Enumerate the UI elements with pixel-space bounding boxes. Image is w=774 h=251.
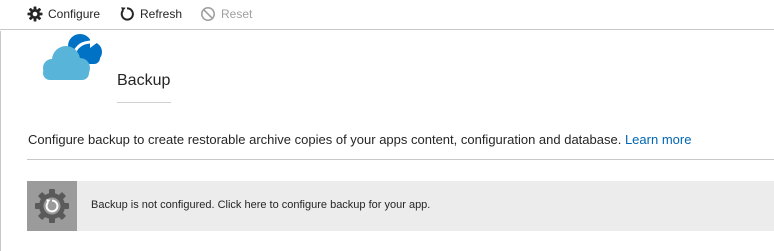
configure-label: Configure	[48, 7, 101, 21]
notice-text: Backup is not configured. Click here to …	[91, 199, 431, 211]
gear-refresh-icon	[34, 188, 70, 229]
refresh-icon	[119, 6, 135, 22]
command-bar: Configure Refresh Reset	[0, 0, 774, 30]
page-title: Backup	[117, 72, 171, 89]
title-underline	[117, 102, 171, 103]
reset-icon	[200, 6, 216, 22]
backup-description: Configure backup to create restorable ar…	[28, 132, 768, 147]
refresh-label: Refresh	[140, 7, 183, 21]
description-text: Configure backup to create restorable ar…	[28, 132, 622, 147]
gear-icon	[27, 6, 43, 22]
notice-icon-tile	[27, 181, 77, 231]
reset-label: Reset	[221, 7, 253, 21]
learn-more-link[interactable]: Learn more	[625, 132, 691, 147]
section-divider	[27, 159, 774, 160]
backup-not-configured-notice[interactable]: Backup is not configured. Click here to …	[27, 181, 774, 231]
cloud-backup-icon	[40, 30, 106, 87]
refresh-button[interactable]: Refresh	[119, 4, 182, 24]
configure-button[interactable]: Configure	[27, 4, 100, 24]
reset-button[interactable]: Reset	[200, 4, 252, 24]
